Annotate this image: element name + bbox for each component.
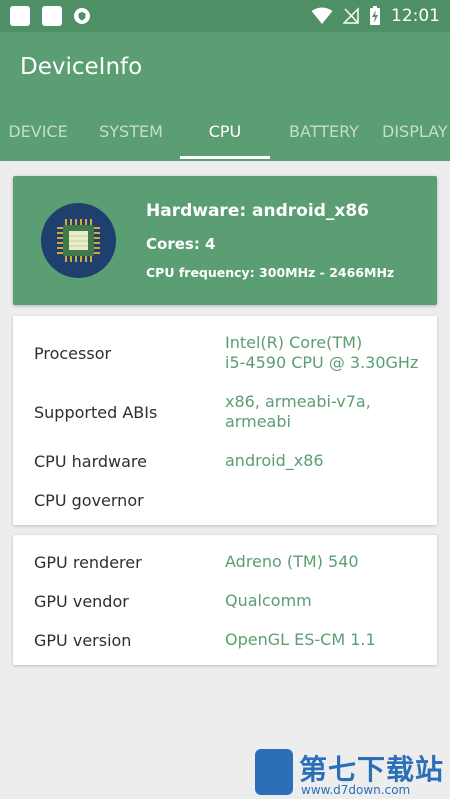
no-signal-icon (343, 7, 359, 24)
gpu-version-value: OpenGL ES-CM 1.1 (225, 630, 376, 649)
tab-device[interactable]: DEVICE (0, 107, 76, 161)
notification-icon-2 (42, 6, 62, 26)
cpu-chip-icon (41, 203, 116, 278)
cpu-summary-card: Hardware: android_x86 Cores: 4 CPU frequ… (13, 176, 437, 305)
tab-cpu[interactable]: CPU (180, 107, 270, 161)
hardware-title: Hardware: android_x86 (146, 201, 369, 221)
abis-value-line1: x86, armeabi-v7a, (225, 392, 371, 411)
tab-indicator (180, 156, 270, 159)
cpu-hardware-value: android_x86 (225, 451, 324, 470)
notification-icon (10, 6, 30, 26)
watermark-text: 第七下载站 (299, 753, 445, 786)
processor-value: Intel(R) Core(TM) i5-4590 CPU @ 3.30GHz (225, 333, 430, 373)
watermark-logo-icon (255, 749, 293, 795)
cpu-info-card: Processor Intel(R) Core(TM) i5-4590 CPU … (13, 316, 437, 525)
cpu-governor-label: CPU governor (34, 491, 144, 510)
cpu-frequency: CPU frequency: 300MHz - 2466MHz (146, 265, 395, 280)
status-time: 12:01 (391, 6, 440, 26)
watermark: 第七下载站 www.d7down.com (255, 746, 450, 799)
processor-label: Processor (34, 344, 112, 363)
cpu-hardware-label: CPU hardware (34, 452, 147, 471)
gpu-renderer-label: GPU renderer (34, 553, 142, 572)
abis-value-line2: armeabi (225, 412, 291, 431)
gpu-info-card: GPU renderer Adreno (TM) 540 GPU vendor … (13, 535, 437, 665)
status-bar: 12:01 (0, 0, 450, 32)
abis-value: x86, armeabi-v7a, armeabi (225, 392, 430, 432)
tab-system[interactable]: SYSTEM (88, 107, 174, 161)
processor-value-line1: Intel(R) Core(TM) (225, 333, 363, 352)
cores-count: Cores: 4 (146, 235, 216, 253)
gpu-version-label: GPU version (34, 631, 132, 650)
gpu-vendor-label: GPU vendor (34, 592, 129, 611)
tab-bar: DEVICE SYSTEM CPU BATTERY DISPLAY (0, 107, 450, 161)
gpu-renderer-value: Adreno (TM) 540 (225, 552, 359, 571)
gpu-vendor-value: Qualcomm (225, 591, 312, 610)
processor-value-line2: i5-4590 CPU @ 3.30GHz (225, 353, 419, 372)
shield-icon (74, 8, 90, 24)
status-icons: 12:01 (311, 0, 440, 32)
battery-charging-icon (370, 6, 380, 25)
tab-battery[interactable]: BATTERY (276, 107, 372, 161)
app-title: DeviceInfo (20, 54, 143, 80)
wifi-icon (311, 7, 333, 24)
watermark-url: www.d7down.com (301, 783, 411, 797)
app-bar: DeviceInfo DEVICE SYSTEM CPU BATTERY DIS… (0, 32, 450, 161)
abis-label: Supported ABIs (34, 403, 158, 422)
tab-display[interactable]: DISPLAY (382, 107, 450, 161)
